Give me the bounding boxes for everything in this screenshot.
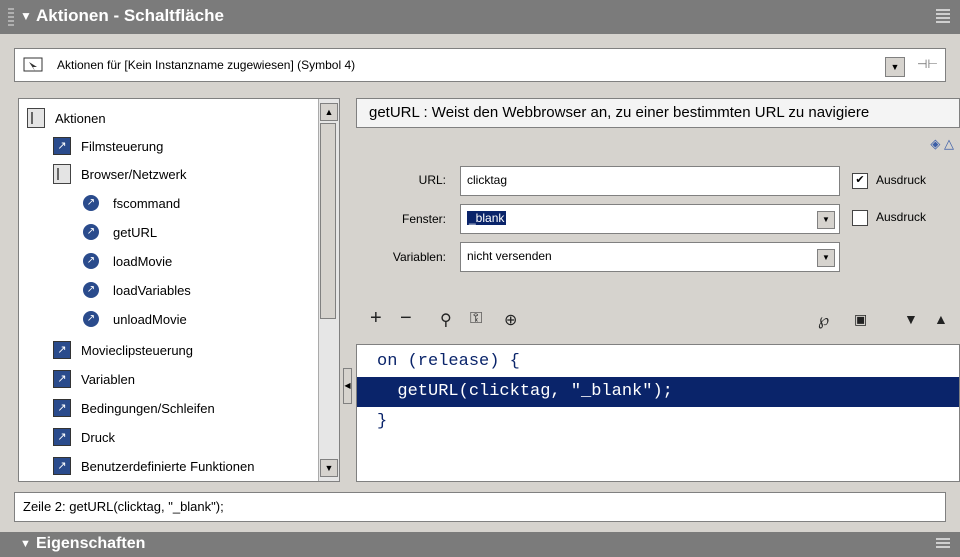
view-options-icon[interactable]: ▣ xyxy=(854,311,867,328)
code-line-2[interactable]: getURL(clicktag, "_blank"); xyxy=(357,377,959,407)
tree-item-aktionen[interactable]: Aktionen xyxy=(27,105,106,131)
collapse-toolbox-icon[interactable]: ◀ xyxy=(343,368,352,404)
action-icon: ↗ xyxy=(83,311,99,327)
tree-item-filmsteuerung[interactable]: ↗ Filmsteuerung xyxy=(53,133,163,159)
tree-item-browser-netzwerk[interactable]: Browser/Netzwerk xyxy=(53,161,186,187)
url-label: URL: xyxy=(418,173,446,187)
code-line-3[interactable]: } xyxy=(357,407,959,437)
ausdruck-checkbox-2[interactable] xyxy=(852,210,868,226)
script-editor[interactable]: on (release) { getURL(clicktag, "_blank"… xyxy=(356,344,960,482)
move-up-icon[interactable]: ▲ xyxy=(934,311,948,327)
ausdruck-checkbox-1[interactable]: ✔ xyxy=(852,173,868,189)
url-field-value: clicktag xyxy=(467,173,508,187)
action-description: getURL : Weist den Webbrowser an, zu ein… xyxy=(356,98,960,128)
replace-icon[interactable]: ⚿ xyxy=(470,310,482,328)
expand-arrow-icon[interactable]: ▼ xyxy=(20,538,31,550)
toolbox-scrollbar[interactable]: ▲ ▼ xyxy=(318,99,339,481)
tree-item-fscommand[interactable]: ↗ fscommand xyxy=(83,190,180,216)
variablen-select-value: nicht versenden xyxy=(467,249,552,263)
grip-icon[interactable] xyxy=(8,8,14,26)
panel-title: Aktionen - Schaltfläche xyxy=(36,6,224,25)
tree-label: loadVariables xyxy=(113,282,191,298)
script-pane: getURL : Weist den Webbrowser an, zu ein… xyxy=(356,98,960,482)
action-book-icon: ↗ xyxy=(53,457,71,475)
book-icon xyxy=(27,108,45,128)
variablen-label: Variablen: xyxy=(392,250,446,264)
tree-item-bedingungen-schleifen[interactable]: ↗ Bedingungen/Schleifen xyxy=(53,395,215,421)
fenster-dropdown-arrow-icon[interactable]: ▼ xyxy=(817,211,835,229)
action-icon: ↗ xyxy=(83,253,99,269)
tree-item-geturl[interactable]: ↗ getURL xyxy=(83,219,157,245)
scroll-down-arrow-icon[interactable]: ▼ xyxy=(320,459,338,477)
tree-label: Movieclipsteuerung xyxy=(81,342,194,358)
tree-item-druck[interactable]: ↗ Druck xyxy=(53,424,115,450)
actions-toolbox: Aktionen ↗ Filmsteuerung Browser/Netzwer… xyxy=(18,98,340,482)
target-label: Aktionen für [Kein Instanzname zugewiese… xyxy=(57,58,356,72)
tree-label: fscommand xyxy=(113,195,181,211)
debug-options-icon[interactable]: ℘ xyxy=(818,310,829,330)
fenster-label: Fenster: xyxy=(401,212,446,226)
tree-label: getURL xyxy=(113,224,158,240)
move-down-icon[interactable]: ▼ xyxy=(904,311,918,327)
status-line: Zeile 2: getURL(clicktag, "_blank"); xyxy=(14,492,946,522)
code-line-1[interactable]: on (release) { xyxy=(357,347,959,377)
tree-item-loadmovie[interactable]: ↗ loadMovie xyxy=(83,248,172,274)
fenster-field-value: _blank xyxy=(467,211,507,225)
tree-item-movieclipsteuerung[interactable]: ↗ Movieclipsteuerung xyxy=(53,337,193,363)
action-book-icon: ↗ xyxy=(53,399,71,417)
tree-label: Variablen xyxy=(81,371,135,387)
panel-splitter[interactable]: ◀ xyxy=(342,98,352,482)
tree-label: Browser/Netzwerk xyxy=(81,166,187,182)
tree-label: Filmsteuerung xyxy=(81,138,164,154)
open-book-icon xyxy=(53,164,71,184)
collapse-arrow-icon[interactable]: ▼ xyxy=(20,9,32,23)
tree-item-loadvariables[interactable]: ↗ loadVariables xyxy=(83,277,191,303)
tree-item-benutzerdefinierte-funktionen[interactable]: ↗ Benutzerdefinierte Funktionen xyxy=(53,453,254,479)
action-icon: ↗ xyxy=(83,224,99,240)
ausdruck-label-2: Ausdruck xyxy=(876,210,927,224)
panel-menu-icon[interactable] xyxy=(936,9,950,23)
url-field[interactable]: clicktag xyxy=(460,166,840,196)
ausdruck-label-1: Ausdruck xyxy=(876,173,927,187)
button-symbol-icon xyxy=(23,57,43,72)
pin-script-icon[interactable]: ⊣⊢ xyxy=(917,57,938,75)
tree-item-variablen[interactable]: ↗ Variablen xyxy=(53,366,135,392)
action-book-icon: ↗ xyxy=(53,428,71,446)
variablen-select[interactable]: nicht versenden ▼ xyxy=(460,242,840,272)
insert-target-path-icon[interactable]: ⊕ xyxy=(504,310,517,330)
action-icon: ↗ xyxy=(83,195,99,211)
properties-title: Eigenschaften xyxy=(36,535,146,552)
target-dropdown-button[interactable]: ▼ xyxy=(885,57,905,77)
reference-icons[interactable]: ◈ △ xyxy=(930,136,954,152)
properties-menu-icon[interactable] xyxy=(936,538,950,550)
scroll-thumb[interactable] xyxy=(320,123,336,319)
action-book-icon: ↗ xyxy=(53,137,71,155)
tree-label: Druck xyxy=(81,429,115,445)
variablen-dropdown-arrow-icon[interactable]: ▼ xyxy=(817,249,835,267)
properties-panel-titlebar[interactable]: ▼ Eigenschaften xyxy=(0,532,960,557)
tree-label: unloadMovie xyxy=(113,311,187,327)
action-book-icon: ↗ xyxy=(53,370,71,388)
action-book-icon: ↗ xyxy=(53,341,71,359)
actions-panel-titlebar[interactable]: ▼ Aktionen - Schaltfläche xyxy=(0,0,960,34)
tree-label: Bedingungen/Schleifen xyxy=(81,400,215,416)
scroll-up-arrow-icon[interactable]: ▲ xyxy=(320,103,338,121)
remove-statement-icon[interactable]: − xyxy=(400,307,412,330)
tree-label: Aktionen xyxy=(55,110,106,126)
add-statement-icon[interactable]: + xyxy=(370,307,382,330)
find-icon[interactable]: ⚲ xyxy=(440,310,452,330)
fenster-field[interactable]: _blank ▼ xyxy=(460,204,840,234)
target-selector[interactable]: Aktionen für [Kein Instanzname zugewiese… xyxy=(14,48,946,82)
tree-label: loadMovie xyxy=(113,253,173,269)
script-toolbar: + − ⚲ ⚿ ⊕ ℘ ▣ ▼ ▲ xyxy=(356,303,960,335)
action-icon: ↗ xyxy=(83,282,99,298)
tree-item-unloadmovie[interactable]: ↗ unloadMovie xyxy=(83,306,187,332)
tree-label: Benutzerdefinierte Funktionen xyxy=(81,458,255,474)
